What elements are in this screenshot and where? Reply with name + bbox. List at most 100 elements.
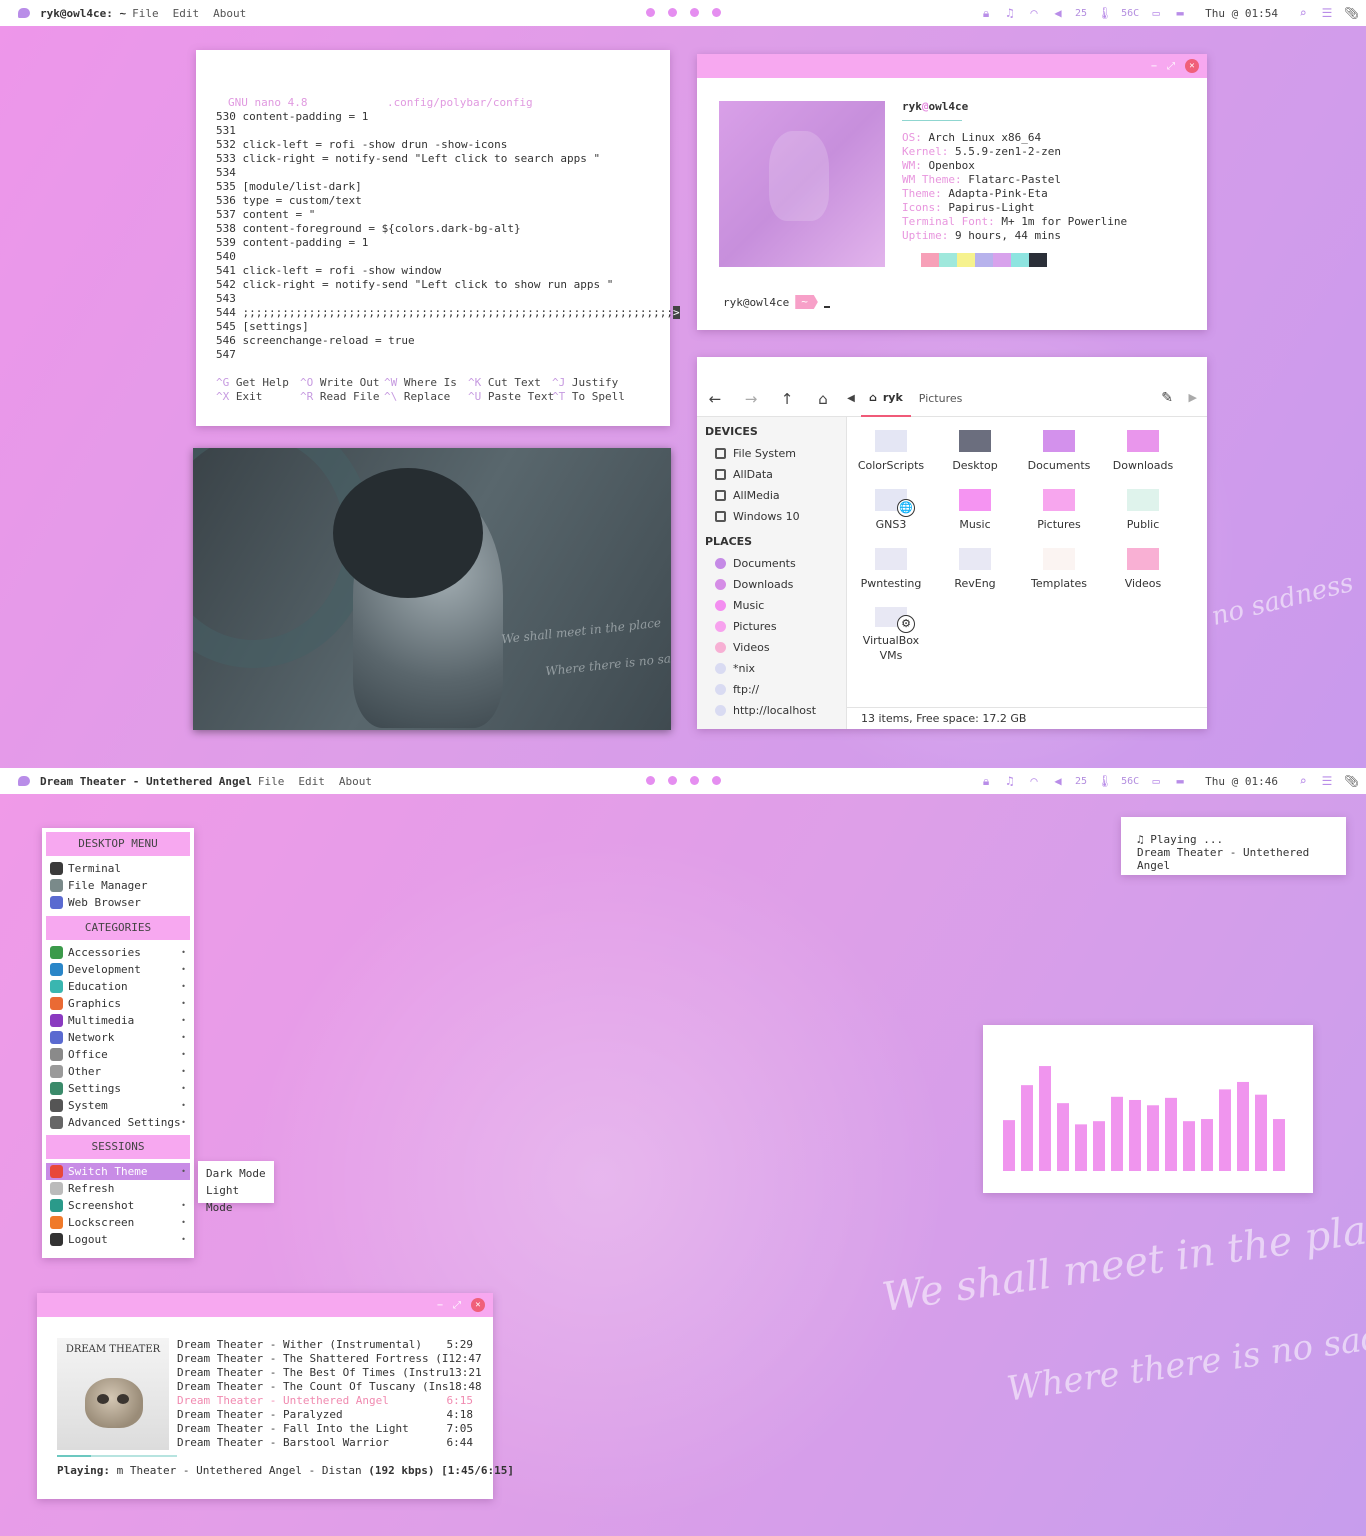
folder-item[interactable]: Videos [1101,545,1185,604]
wallpaper-image-window[interactable]: We shall meet in the place Where there i… [193,448,671,730]
nano-line[interactable]: 532 click-left = rofi -show drun -show-i… [216,138,670,152]
close-button[interactable]: ✕ [471,1298,485,1312]
nano-line[interactable]: 542 click-right = notify-send "Left clic… [216,278,670,292]
workspace-4[interactable] [712,776,721,785]
nano-buffer[interactable]: 530 content-padding = 1 531 532 click-left… [216,110,680,362]
playlist-track[interactable]: Dream Theater - Wither (Instrumental) 5:2… [177,1338,473,1352]
menu-item[interactable]: File Manager [46,877,190,894]
list-icon[interactable]: ☰ [1320,6,1334,20]
volume-icon[interactable]: ◀ [1051,774,1065,788]
menu-item[interactable]: Network • [46,1029,190,1046]
search-icon[interactable]: ⌕ [1296,774,1310,788]
wifi-icon[interactable]: ◠ [1027,6,1041,20]
paperclip-icon[interactable]: 📎︎ [1344,6,1359,20]
desktop-menu[interactable]: DESKTOP MENU Terminal File Manager Web Bro… [42,828,194,1258]
menu-item[interactable]: Advanced Settings • [46,1114,190,1131]
sidebar-place[interactable]: Pictures [697,616,846,637]
menu-item[interactable]: Development • [46,961,190,978]
minimize-button[interactable]: − [1151,61,1157,72]
folder-item[interactable]: Desktop [933,427,1017,486]
nano-line[interactable]: 544 ;;;;;;;;;;;;;;;;;;;;;;;;;;;;;;;;;;;;… [216,306,680,320]
playlist-track[interactable]: Dream Theater - The Shattered Fortress (… [177,1352,482,1366]
sidebar-place[interactable]: http://localhost [697,700,846,721]
nano-line[interactable]: 533 click-right = notify-send "Left clic… [216,152,670,166]
playback-progress[interactable] [57,1455,177,1457]
sidebar-device[interactable]: AllMedia [697,485,846,506]
file-manager-window[interactable]: ← → ↑ ⌂ ◀ ⌂ ryk Pictures ✎ ▶ DEVICES File… [697,357,1207,729]
list-icon[interactable]: ☰ [1320,774,1334,788]
nano-line[interactable]: 541 click-left = rofi -show window [216,264,670,278]
workspace-3[interactable] [690,8,699,17]
nano-line[interactable]: 543 [216,292,670,306]
nano-line[interactable]: 539 content-padding = 1 [216,236,670,250]
nano-line[interactable]: 547 [216,348,670,362]
menu-file[interactable]: File [132,7,159,20]
sidebar-device[interactable]: AllData [697,464,846,485]
sidebar-place[interactable]: ftp:// [697,679,846,700]
nano-line[interactable]: 530 content-padding = 1 [216,110,670,124]
edit-path-icon[interactable]: ✎ [1161,390,1173,406]
folder-item[interactable]: ⚙ VirtualBox VMs [849,604,933,663]
menu-item[interactable]: Graphics • [46,995,190,1012]
menu-item[interactable]: Accessories • [46,944,190,961]
window-titlebar[interactable]: − ⤢ ✕ [37,1293,493,1317]
back-arrow-icon[interactable]: ← [697,390,733,408]
folder-item[interactable]: ColorScripts [849,427,933,486]
search-icon[interactable]: ⌕ [1296,6,1310,20]
menu-item[interactable]: Education • [46,978,190,995]
close-button[interactable]: ✕ [1185,59,1199,73]
workspace-4[interactable] [712,8,721,17]
neofetch-terminal-window[interactable]: − ⤢ ✕ ryk@owl4ce OS: Arch Linux x86_64 Ke… [697,54,1207,330]
volume-icon[interactable]: ◀ [1051,6,1065,20]
folder-item[interactable]: Music [933,486,1017,545]
sidebar-place[interactable]: Downloads [697,574,846,595]
sidebar-place[interactable]: Videos [697,637,846,658]
sidebar-device[interactable]: Windows 10 [697,506,846,527]
menu-bubble-icon[interactable] [18,776,30,786]
nano-line[interactable]: 537 content = " [216,208,670,222]
menu-bubble-icon[interactable] [18,8,30,18]
menu-item[interactable]: Logout • [46,1231,190,1248]
shell-prompt[interactable]: ryk@owl4ce ~ [723,295,830,309]
folder-item[interactable]: Templates [1017,545,1101,604]
monitor-icon[interactable]: ▭ [1149,6,1163,20]
folder-item[interactable]: Documents [1017,427,1101,486]
nano-line[interactable]: 545 [settings] [216,320,670,334]
menu-item[interactable]: Other • [46,1063,190,1080]
home-icon[interactable]: ⌂ [805,390,841,408]
nano-line[interactable]: 534 [216,166,670,180]
nano-line[interactable]: 531 [216,124,670,138]
playlist-track[interactable]: Dream Theater - Paralyzed 4:18 [177,1408,473,1422]
menu-item[interactable]: Switch Theme • [46,1163,190,1180]
menu-item[interactable]: Refresh [46,1180,190,1197]
folder-item[interactable]: Downloads [1101,427,1185,486]
workspace-1[interactable] [646,8,655,17]
menu-edit[interactable]: Edit [298,775,325,788]
window-titlebar[interactable] [697,357,1207,381]
nano-line[interactable]: 538 content-foreground = ${colors.dark-b… [216,222,670,236]
menu-item[interactable]: Web Browser [46,894,190,911]
breadcrumb-home[interactable]: ⌂ ryk [861,381,911,417]
up-arrow-icon[interactable]: ↑ [769,390,805,408]
monitor-icon[interactable]: ▭ [1149,774,1163,788]
workspace-2[interactable] [668,8,677,17]
workspace-3[interactable] [690,776,699,785]
maximize-button[interactable]: ⤢ [1167,61,1175,72]
submenu-dark-mode[interactable]: Dark Mode [206,1165,266,1182]
breadcrumb-left-icon[interactable]: ◀ [841,393,861,404]
folder-item[interactable]: 🌐 GNS3 [849,486,933,545]
forward-arrow-icon[interactable]: → [733,390,769,408]
menu-file[interactable]: File [258,775,285,788]
folder-item[interactable]: Public [1101,486,1185,545]
menu-about[interactable]: About [339,775,372,788]
sidebar-place[interactable]: *nix [697,658,846,679]
sidebar-place[interactable]: Music [697,595,846,616]
sidebar-device[interactable]: File System [697,443,846,464]
lock-icon[interactable]: 🔒︎ [979,774,993,789]
breadcrumb-pictures[interactable]: Pictures [911,381,971,417]
nano-line[interactable]: 535 [module/list-dark] [216,180,670,194]
paperclip-icon[interactable]: 📎︎ [1344,774,1359,788]
folder-item[interactable]: RevEng [933,545,1017,604]
sidebar-place[interactable]: Documents [697,553,846,574]
lock-icon[interactable]: 🔒︎ [979,6,993,21]
